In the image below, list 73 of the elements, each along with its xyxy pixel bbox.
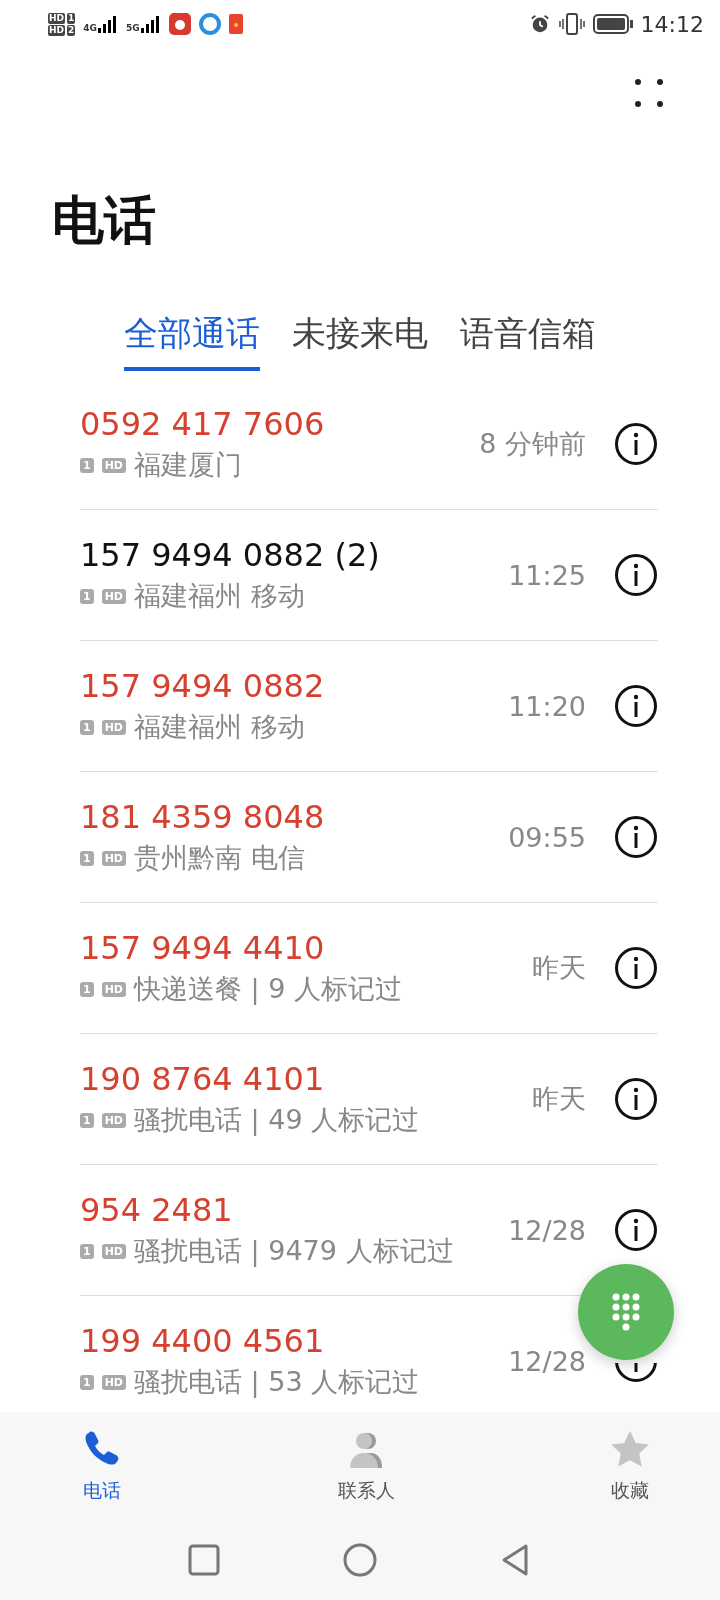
call-location: 骚扰电话 | 49 人标记过 [134,1103,420,1138]
call-time: 昨天 [532,951,586,985]
sim-badge: 1 [80,588,94,604]
app-icon [198,13,221,35]
info-icon[interactable] [614,1363,658,1383]
sim-label: 1 [67,12,76,24]
home-button[interactable] [342,1542,378,1578]
more-icon[interactable] [634,78,664,108]
info-icon[interactable] [614,422,658,466]
app-icon [168,13,191,35]
info-icon[interactable] [614,815,658,859]
call-location: 福建福州 移动 [134,710,305,744]
call-time: 昨天 [532,1082,586,1116]
sim-badge: 1 [80,457,94,473]
call-location: 福建福州 移动 [134,579,305,613]
hd-badge: HD [101,981,126,997]
info-icon[interactable] [614,946,658,990]
hd-badge: HD [101,1112,126,1128]
sim-label: HD [48,24,65,36]
phone-number: 157 9494 4410 [80,929,326,967]
phone-number: 954 2481 [80,1191,234,1229]
hd-badge: HD [101,588,126,604]
recents-button[interactable] [186,1542,222,1578]
phone-number: 0592 417 7606 [80,405,326,443]
nav-tab[interactable]: 联系人 [337,1428,395,1504]
call-location: 骚扰电话 | 9479 人标记过 [134,1234,454,1269]
hd-badge: HD [101,1374,126,1390]
call-location: 快递送餐 | 9 人标记过 [134,972,403,1007]
signal-icon [140,15,161,33]
phone-number: 190 8764 4101 [80,1060,326,1098]
info-icon[interactable] [614,684,658,728]
call-time: 09:55 [508,821,586,853]
call-time: 8 分钟前 [479,427,586,461]
hd-badge: HD [101,457,126,473]
phone-number: 157 9494 0882 (2) [80,536,381,574]
app-icon [228,14,243,34]
sim-badge: 1 [80,1374,94,1390]
info-icon[interactable] [614,1077,658,1121]
info-icon[interactable] [614,1208,658,1252]
network-label: 4G [83,23,97,33]
nav-tab[interactable]: 电话 [80,1428,124,1504]
tab[interactable]: 语音信箱 [460,305,596,371]
vibrate-icon [558,12,585,36]
network-label: 5G [125,23,140,33]
sim-badge: 1 [80,1112,94,1128]
sim-label: HD [48,12,65,24]
call-time: 12/28 [508,1214,586,1246]
sim-badge: 1 [80,1243,94,1259]
hd-badge: HD [101,719,126,735]
call-location: 贵州黔南 电信 [134,841,305,875]
dialpad-icon [612,1293,640,1331]
battery-icon [592,14,633,34]
hd-badge: HD [101,850,126,866]
sim-badge: 1 [80,719,94,735]
call-location: 福建厦门 [134,448,242,482]
phone-number: 157 9494 0882 [80,667,326,705]
page-title: 电话 [52,189,157,252]
signal-icon [97,15,118,33]
phone-number: 199 4400 4561 [80,1322,326,1360]
call-time: 11:20 [508,690,586,722]
phone-number: 181 4359 8048 [80,798,326,836]
status-time: 14:12 [640,11,704,37]
tab[interactable]: 未接来电 [292,305,428,371]
call-location: 骚扰电话 | 53 人标记过 [134,1365,420,1400]
info-icon[interactable] [614,553,658,597]
call-time: 12/28 [508,1345,586,1377]
nav-tab[interactable]: 收藏 [608,1428,652,1504]
hd-badge: HD [101,1243,126,1259]
sim-badge: 1 [80,981,94,997]
tab[interactable]: 全部通话 [124,305,260,371]
sim-badge: 1 [80,850,94,866]
sim-label: 2 [67,24,76,36]
call-time: 11:25 [508,559,586,591]
